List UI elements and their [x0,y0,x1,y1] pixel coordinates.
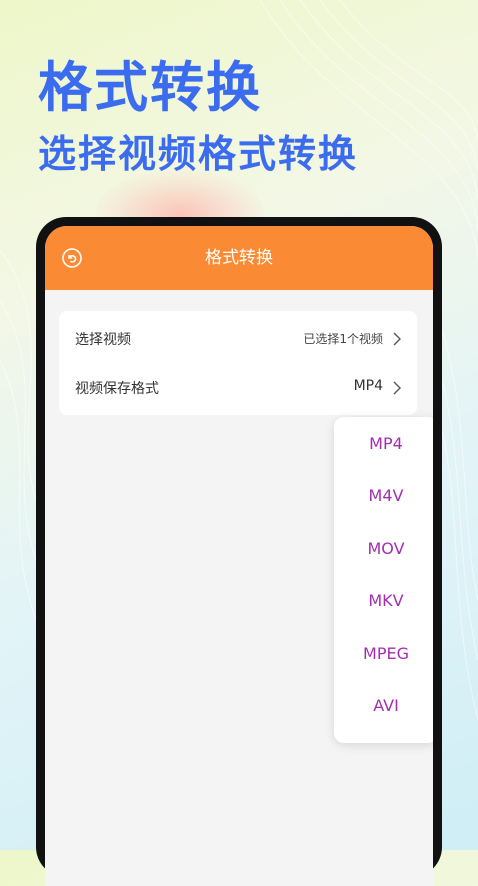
chevron-right-icon [393,381,401,395]
select-video-row[interactable]: 选择视频 已选择1个视频 [59,314,417,364]
select-video-value: 已选择1个视频 [303,332,383,346]
select-video-label: 选择视频 [75,332,131,348]
save-format-label: 视频保存格式 [75,381,159,397]
save-format-row[interactable]: 视频保存格式 MP4 [59,363,417,413]
chevron-right-icon [393,332,401,346]
app-title: 格式转换 [205,248,273,268]
format-option-avi[interactable]: AVI [334,695,433,717]
settings-card: 选择视频 已选择1个视频 视频保存格式 MP4 [59,311,417,415]
phone-frame: 格式转换 选择视频 已选择1个视频 视频保存格式 MP4 MP4 M4V MOV [36,217,442,886]
format-option-mkv[interactable]: MKV [334,590,433,612]
save-format-value: MP4 [353,378,383,394]
app-bar: 格式转换 [45,226,433,290]
format-dropdown: MP4 M4V MOV MKV MPEG AVI [334,417,433,743]
format-option-mp4[interactable]: MP4 [334,433,433,455]
app-screen: 格式转换 选择视频 已选择1个视频 视频保存格式 MP4 MP4 M4V MOV [45,226,433,886]
format-option-mov[interactable]: MOV [334,538,433,560]
promo-headline: 格式转换 [38,56,262,119]
format-option-mpeg[interactable]: MPEG [334,643,433,665]
format-option-m4v[interactable]: M4V [334,485,433,507]
promo-subheadline: 选择视频格式转换 [38,132,359,176]
